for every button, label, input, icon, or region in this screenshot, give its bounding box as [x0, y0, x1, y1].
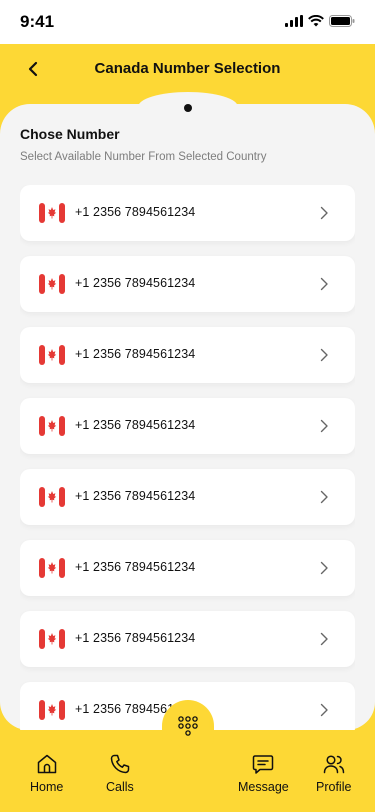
canada-flag-icon	[39, 558, 65, 578]
canada-flag-icon	[39, 203, 65, 223]
page-title: Canada Number Selection	[94, 60, 281, 77]
canada-flag-icon	[39, 700, 65, 720]
phone-number: +1 2356 7894561234	[75, 631, 196, 645]
nav-home[interactable]: Home	[30, 752, 63, 794]
canada-flag-icon	[39, 487, 65, 507]
panel-indicator-dot	[184, 104, 192, 112]
nav-calls-label: Calls	[106, 780, 134, 794]
phone-number: +1 2356 7894561234	[75, 489, 196, 503]
chevron-right-icon	[320, 348, 328, 362]
status-time: 9:41	[20, 12, 55, 31]
number-list-item[interactable]: +1 2356 7894561234	[20, 469, 355, 525]
number-list-item[interactable]: +1 2356 7894561234	[20, 540, 355, 596]
message-icon	[253, 755, 274, 774]
nav-profile-label: Profile	[316, 780, 352, 794]
canada-flag-icon	[39, 274, 65, 294]
phone-number: +1 2356 7894561234	[75, 276, 196, 290]
nav-profile[interactable]: Profile	[316, 752, 351, 794]
phone-number: +1 2356 7894561234	[75, 560, 196, 574]
phone-number: +1 2356 7894561234	[75, 347, 196, 361]
nav-message-label: Message	[238, 780, 289, 794]
number-list-item[interactable]: +1 2356 7894561234	[20, 611, 355, 667]
section-title: Chose Number	[20, 126, 120, 142]
chevron-right-icon	[320, 419, 328, 433]
chevron-right-icon	[320, 561, 328, 575]
number-list-item[interactable]: +1 2356 7894561234	[20, 398, 355, 454]
number-list-item[interactable]: +1 2356 7894561234	[20, 256, 355, 312]
chevron-right-icon	[320, 490, 328, 504]
status-icons	[285, 15, 355, 27]
number-list-item[interactable]: +1 2356 7894561234	[20, 185, 355, 241]
chevron-right-icon	[320, 632, 328, 646]
section-subtitle: Select Available Number From Selected Co…	[20, 151, 267, 163]
home-icon	[37, 754, 56, 774]
nav-message[interactable]: Message	[238, 752, 289, 794]
number-list: +1 2356 7894561234 +1 2356 7894561234 +1…	[20, 185, 355, 730]
nav-calls[interactable]: Calls	[106, 752, 134, 794]
signal-icon	[285, 15, 303, 27]
canada-flag-icon	[39, 629, 65, 649]
chevron-right-icon	[320, 277, 328, 291]
phone-number: +1 2356 7894561234	[75, 205, 196, 219]
chevron-right-icon	[320, 206, 328, 220]
status-bar: 9:41	[0, 0, 375, 44]
canada-flag-icon	[39, 416, 65, 436]
dialpad-button[interactable]	[166, 704, 210, 748]
chevron-right-icon	[320, 703, 328, 717]
canada-flag-icon	[39, 345, 65, 365]
battery-icon	[329, 15, 355, 27]
phone-number: +1 2356 7894561234	[75, 418, 196, 432]
nav-home-label: Home	[30, 780, 64, 794]
dialpad-icon	[178, 716, 198, 736]
phone-icon	[110, 754, 130, 774]
number-list-item[interactable]: +1 2356 7894561234	[20, 327, 355, 383]
users-icon	[323, 755, 344, 774]
wifi-icon	[308, 15, 324, 27]
